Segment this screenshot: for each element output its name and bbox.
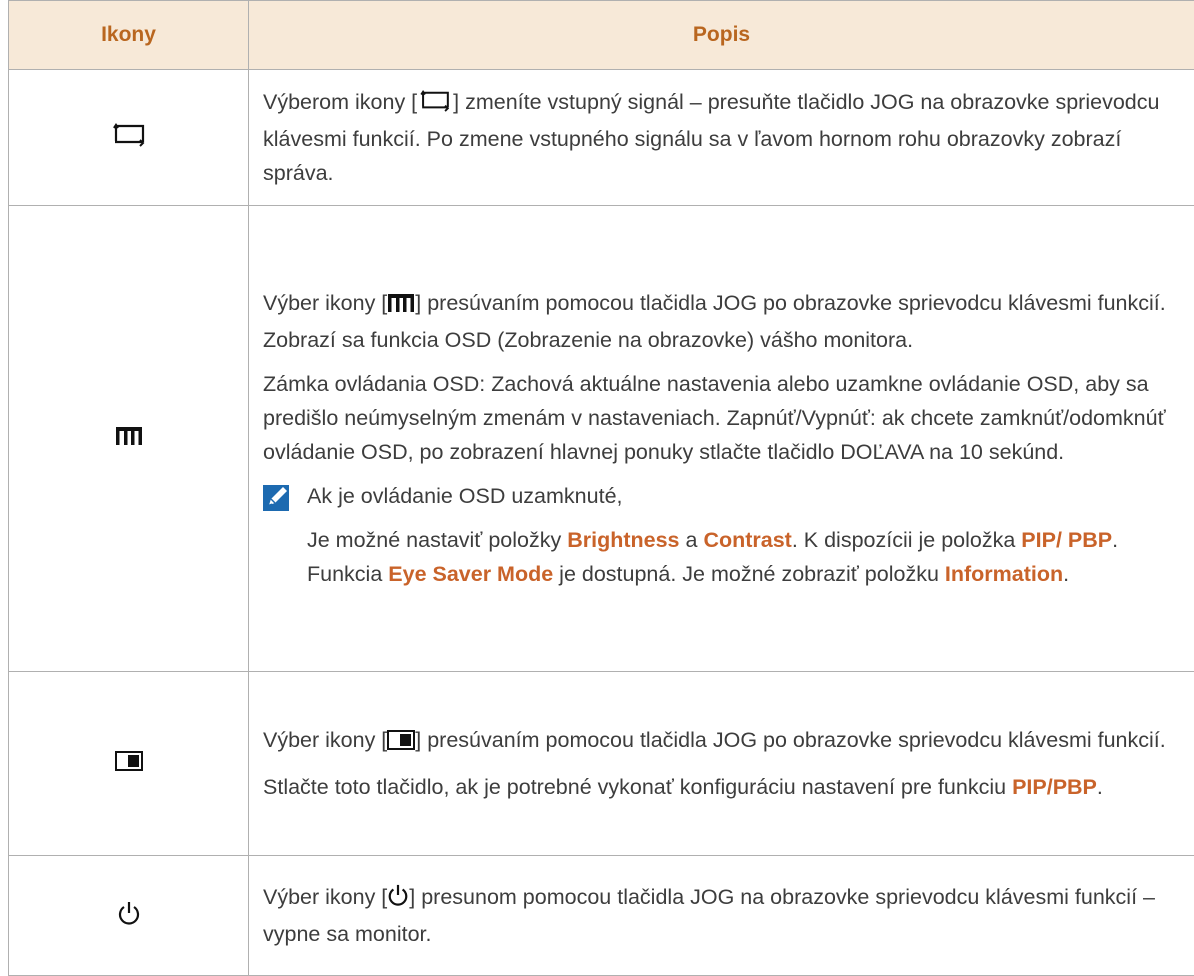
- menu-icon: [387, 289, 415, 323]
- source-icon: [112, 123, 146, 147]
- description-paragraph: Výberom ikony [] zmeníte vstupný signál …: [263, 88, 1160, 185]
- table-row: Výber ikony [] presúvaním pomocou tlačid…: [8, 205, 1194, 672]
- table-row: Výber ikony [] presúvaním pomocou tlačid…: [8, 671, 1194, 856]
- note-line: Ak je ovládanie OSD uzamknuté,: [307, 484, 623, 508]
- description-cell: Výber ikony [] presunom pomocou tlačidla…: [248, 855, 1194, 976]
- description-paragraph: Výber ikony [] presunom pomocou tlačidla…: [263, 883, 1155, 946]
- table-header-row: Ikony Popis: [8, 0, 1194, 70]
- table-row: Výber ikony [] presunom pomocou tlačidla…: [8, 855, 1194, 976]
- note-body: Ak je ovládanie OSD uzamknuté, Je možné …: [307, 479, 1176, 591]
- highlight-contrast: Contrast: [703, 528, 792, 552]
- highlight-brightness: Brightness: [567, 528, 680, 552]
- description-cell: Výber ikony [] presúvaním pomocou tlačid…: [248, 671, 1194, 856]
- note-block: Ak je ovládanie OSD uzamknuté, Je možné …: [263, 479, 1176, 591]
- note-pencil-icon: [263, 479, 307, 591]
- description-paragraph: Výber ikony [] presúvaním pomocou tlačid…: [263, 289, 1166, 352]
- icon-cell: [8, 205, 249, 672]
- description-cell: Výber ikony [] presúvaním pomocou tlačid…: [248, 205, 1194, 672]
- pip-icon: [114, 751, 143, 771]
- header-description: Popis: [248, 0, 1194, 70]
- icon-cell: [8, 671, 249, 856]
- menu-icon: [115, 426, 143, 446]
- description-cell: Výberom ikony [] zmeníte vstupný signál …: [248, 69, 1194, 206]
- highlight-pip-pbp: PIP/ PBP: [1021, 528, 1113, 552]
- description-paragraph: Zámka ovládania OSD: Zachová aktuálne na…: [263, 372, 1166, 464]
- source-icon: [417, 88, 453, 122]
- power-icon: [387, 883, 409, 917]
- description-paragraph: Stlačte toto tlačidlo, ak je potrebné vy…: [263, 775, 1103, 799]
- note-line: Je možné nastaviť položky Brightness a C…: [307, 528, 1119, 586]
- description-paragraph: Výber ikony [] presúvaním pomocou tlačid…: [263, 723, 1176, 760]
- highlight-eye-saver-mode: Eye Saver Mode: [388, 562, 554, 586]
- highlight-information: Information: [944, 562, 1064, 586]
- header-icons: Ikony: [8, 0, 249, 70]
- table-row: Výberom ikony [] zmeníte vstupný signál …: [8, 69, 1194, 206]
- icon-cell: [8, 69, 249, 206]
- pip-icon: [387, 726, 416, 760]
- power-icon: [117, 900, 141, 926]
- highlight-pip-pbp: PIP/PBP: [1012, 775, 1097, 799]
- icons-description-table: Ikony Popis Výberom ikony [] zmeníte vst…: [8, 0, 1194, 976]
- icon-cell: [8, 855, 249, 976]
